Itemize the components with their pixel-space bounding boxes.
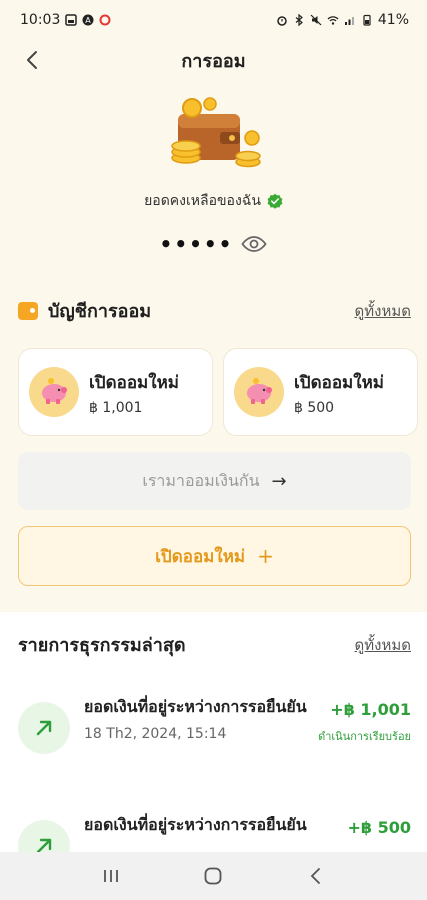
status-left: 10:03 A — [20, 12, 111, 28]
savings-account-card[interactable]: เปิดออมใหม่ ฿ 1,001 — [18, 348, 213, 436]
transaction-body: ยอดเงินที่อยู่ระหว่างการรอยืนยัน 18 Th2,… — [84, 694, 318, 742]
transaction-date: 18 Th2, 2024, 15:14 — [84, 726, 227, 742]
transaction-title: ยอดเงินที่อยู่ระหว่างการรอยืนยัน — [84, 697, 307, 716]
account-amount: ฿ 1,001 — [89, 399, 143, 416]
transactions-panel: รายการธุรกรรมล่าสุด ดูทั้งหมด ยอดเงินที่… — [0, 612, 427, 872]
battery-level: 41% — [377, 12, 409, 28]
piggy-bank-icon — [29, 367, 79, 417]
svg-text:A: A — [86, 16, 92, 25]
system-nav-bar — [0, 852, 427, 900]
eye-icon[interactable] — [241, 234, 268, 254]
piggy-bank-icon — [234, 367, 284, 417]
open-new-savings-button[interactable]: เปิดออมใหม่ + — [18, 526, 411, 586]
transaction-right: +฿ 500 — [347, 812, 411, 837]
transaction-amount: +฿ 1,001 — [330, 700, 411, 719]
transaction-status: ดำเนินการเรียบร้อย — [318, 730, 411, 743]
record-icon — [99, 14, 111, 26]
savings-see-all-link[interactable]: ดูทั้งหมด — [355, 299, 411, 323]
system-back-button[interactable] — [301, 861, 331, 891]
open-new-savings-label: เปิดออมใหม่ — [155, 546, 246, 567]
transaction-title: ยอดเงินที่อยู่ระหว่างการรอยืนยัน — [84, 815, 307, 834]
app-a-icon: A — [82, 14, 94, 26]
savings-title-row: บัญชีการออม — [18, 296, 151, 325]
home-button[interactable] — [198, 861, 228, 891]
transaction-item[interactable]: ยอดเงินที่อยู่ระหว่างการรอยืนยัน 18 Th2,… — [18, 694, 411, 754]
transactions-section-header: รายการธุรกรรมล่าสุด ดูทั้งหมด — [18, 630, 411, 659]
savings-account-card[interactable]: เปิดออมใหม่ ฿ 500 — [223, 348, 418, 436]
status-bar: 10:03 A 41% — [0, 0, 427, 40]
wallet-icon — [18, 301, 38, 320]
back-button[interactable] — [18, 46, 46, 74]
transactions-title: รายการธุรกรรมล่าสุด — [18, 635, 186, 656]
savings-section-header: บัญชีการออม ดูทั้งหมด — [18, 296, 411, 325]
signal-icon — [344, 17, 354, 25]
plus-icon: + — [257, 544, 274, 568]
mute-icon — [310, 14, 322, 26]
battery-icon — [363, 14, 371, 26]
transaction-amount: +฿ 500 — [347, 818, 411, 837]
transaction-body: ยอดเงินที่อยู่ระหว่างการรอยืนยัน — [84, 812, 347, 838]
recent-apps-button[interactable] — [96, 861, 126, 891]
status-right: 41% — [276, 12, 409, 28]
alarm-icon — [277, 16, 287, 26]
verified-icon — [267, 193, 283, 209]
wallet-coins-icon — [170, 97, 261, 168]
app-header: การออม — [0, 40, 427, 80]
status-time: 10:03 — [20, 12, 61, 28]
lets-save-label: เรามาออมเงินกัน — [142, 470, 260, 490]
wifi-icon — [327, 16, 339, 25]
account-name: เปิดออมใหม่ — [294, 372, 384, 393]
gallery-icon — [65, 14, 78, 26]
page-title: การออม — [181, 50, 246, 72]
masked-balance: ••••• — [159, 232, 234, 256]
arrow-right-icon: → — [271, 470, 287, 492]
savings-title: บัญชีการออม — [48, 301, 152, 322]
bluetooth-icon — [295, 14, 303, 26]
balance-label-row: ยอดคงเหลือของฉัน — [144, 190, 283, 212]
transactions-see-all-link[interactable]: ดูทั้งหมด — [355, 633, 411, 657]
recent-apps-icon — [104, 870, 119, 882]
balance-label: ยอดคงเหลือของฉัน — [144, 193, 261, 209]
savings-accounts-list: เปิดออมใหม่ ฿ 1,001 เปิดออมใหม่ ฿ 500 — [18, 348, 427, 436]
balance-hero: ยอดคงเหลือของฉัน ••••• — [0, 96, 427, 256]
back-arrow-icon — [310, 868, 320, 884]
account-amount: ฿ 500 — [294, 399, 335, 416]
account-card-text: เปิดออมใหม่ ฿ 1,001 — [89, 369, 179, 416]
account-card-text: เปิดออมใหม่ ฿ 500 — [294, 369, 384, 416]
account-name: เปิดออมใหม่ — [89, 372, 179, 393]
balance-row: ••••• — [160, 232, 268, 256]
chevron-left-icon — [27, 51, 37, 69]
lets-save-button[interactable]: เรามาออมเงินกัน → — [18, 452, 411, 510]
transaction-right: +฿ 1,001 ดำเนินการเรียบร้อย — [318, 694, 411, 745]
arrow-up-right-icon — [18, 702, 70, 754]
home-icon — [205, 867, 222, 885]
